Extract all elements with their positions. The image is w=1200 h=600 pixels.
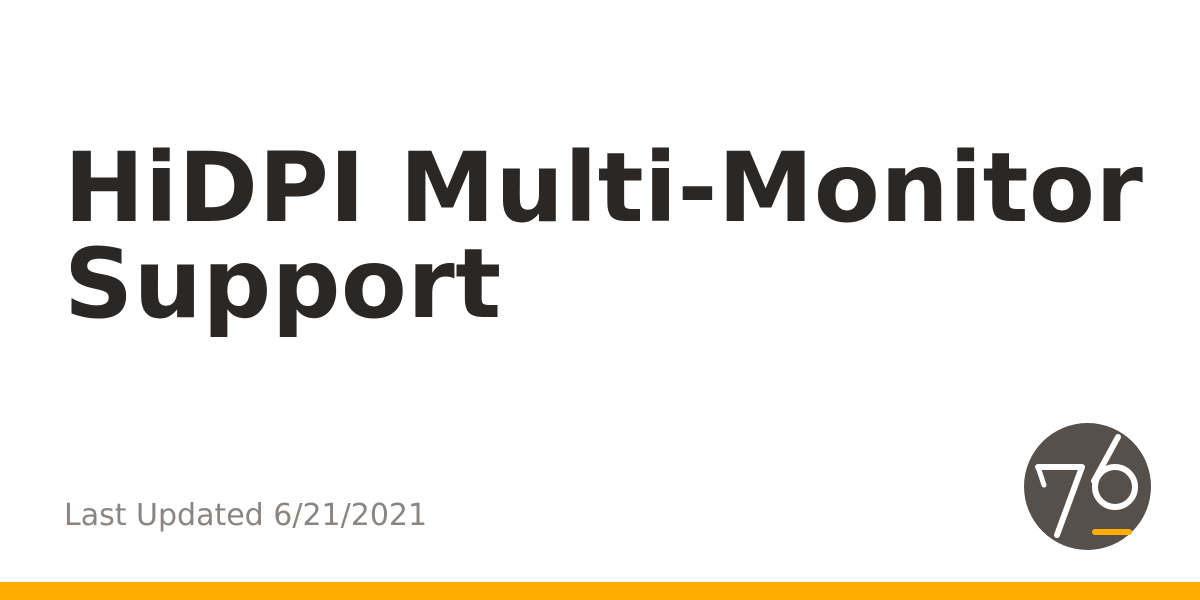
page-title-line-1: HiDPI Multi-Monitor	[64, 132, 1144, 244]
page-title: HiDPI Multi-Monitor Support	[64, 140, 1164, 332]
logo-underline	[1092, 529, 1132, 535]
accent-bottom-bar	[0, 582, 1200, 600]
page: HiDPI Multi-Monitor Support Last Updated…	[0, 0, 1200, 600]
system76-logo-icon	[1024, 423, 1151, 550]
last-updated-text: Last Updated 6/21/2021	[64, 498, 428, 533]
page-title-line-2: Support	[64, 228, 502, 340]
